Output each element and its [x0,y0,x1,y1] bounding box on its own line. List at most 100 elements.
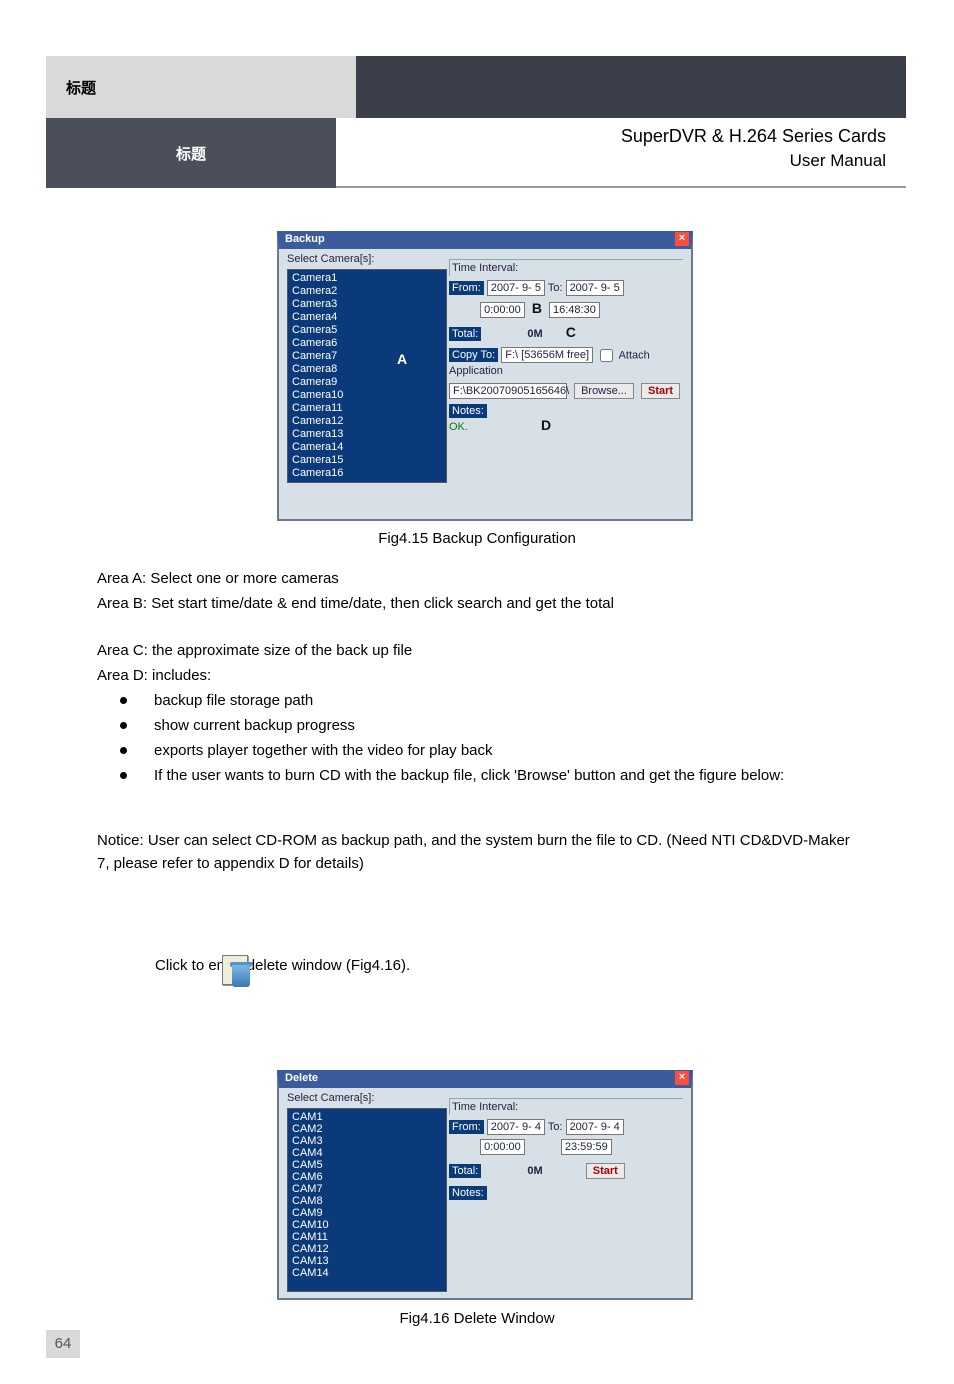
list-item[interactable]: CAM14 [292,1267,442,1279]
select-cameras-label: Select Camera[s]: [287,1092,374,1104]
to-time-input[interactable]: 16:48:30 [549,302,600,318]
list-item[interactable]: Camera4 [292,311,442,324]
doc-title: User Manual [336,151,886,171]
browse-button[interactable]: Browse... [574,383,634,399]
camera-list[interactable]: Camera1 Camera2 Camera3 Camera4 Camera5 … [287,269,447,483]
list-item[interactable]: Camera15 [292,454,442,467]
backup-path-input[interactable]: F:\BK20070905165646\ [449,383,567,399]
list-item[interactable]: CAM7 [292,1183,442,1195]
from-label: From: [449,1120,484,1134]
list-item[interactable]: CAM11 [292,1231,442,1243]
letter-d: D [541,417,551,433]
list-item[interactable]: Camera7 [292,350,442,363]
list-item[interactable]: Camera8 [292,363,442,376]
list-item[interactable]: Camera14 [292,441,442,454]
copy-to-select[interactable]: F:\ [53656M free] [501,347,593,363]
from-date-input[interactable]: 2007- 9- 5 [487,280,545,296]
bullet-3: exports player together with the video f… [154,740,854,763]
list-item[interactable]: Camera13 [292,428,442,441]
close-icon[interactable]: × [675,232,689,246]
total-value: 0M [527,328,542,340]
header-left-label: 标题 [46,118,336,188]
delete-right-panel: Time Interval: From: 2007- 9- 4 To: 2007… [449,1098,683,1207]
letter-a: A [397,351,407,367]
total-label: Total: [449,327,481,341]
time-interval-label: Time Interval: [449,1098,683,1115]
list-item[interactable]: CAM10 [292,1219,442,1231]
backup-right-panel: Time Interval: From: 2007- 9- 5 To: 2007… [449,259,683,439]
list-item[interactable]: Camera1 [292,272,442,285]
notice-block: Notice: User can select CD-ROM as backup… [97,830,857,875]
left-tab-label: 标题 [46,56,356,118]
list-item[interactable]: CAM13 [292,1255,442,1267]
list-item[interactable]: CAM8 [292,1195,442,1207]
right-tab-dark [356,56,906,118]
list-item[interactable]: Camera2 [292,285,442,298]
close-icon[interactable]: × [675,1071,689,1085]
notes-value: OK. [449,421,468,433]
list-item[interactable]: Camera12 [292,415,442,428]
list-item[interactable]: Camera10 [292,389,442,402]
section-c-text: Area C: the approximate size of the back… [97,640,857,663]
list-item[interactable]: CAM2 [292,1123,442,1135]
to-date-input[interactable]: 2007- 9- 5 [566,280,624,296]
from-time-input[interactable]: 0:00:00 [480,302,525,318]
notes-label: Notes: [449,1186,487,1200]
delete-dialog: Delete × Select Camera[s]: CAM1 CAM2 CAM… [277,1070,693,1300]
copy-to-label: Copy To: [449,348,498,362]
list-item[interactable]: CAM3 [292,1135,442,1147]
from-date-input[interactable]: 2007- 9- 4 [487,1119,545,1135]
list-item[interactable]: CAM9 [292,1207,442,1219]
camera-list[interactable]: CAM1 CAM2 CAM3 CAM4 CAM5 CAM6 CAM7 CAM8 … [287,1108,447,1292]
time-interval-label: Time Interval: [449,259,683,276]
bullet-icon [120,697,127,704]
list-item[interactable]: CAM1 [292,1111,442,1123]
letter-c: C [566,324,576,340]
attach-app-checkbox[interactable] [600,349,613,362]
backup-dialog-title: Backup [285,233,325,245]
bullet-icon [120,772,127,779]
notes-label: Notes: [449,404,487,418]
total-label: Total: [449,1164,481,1178]
to-label: To: [548,1121,563,1133]
delete-file-icon[interactable] [222,955,250,987]
list-item[interactable]: CAM4 [292,1147,442,1159]
to-date-input[interactable]: 2007- 9- 4 [566,1119,624,1135]
start-button[interactable]: Start [641,383,680,399]
start-button[interactable]: Start [586,1163,625,1179]
list-item[interactable]: Camera5 [292,324,442,337]
list-item[interactable]: Camera16 [292,467,442,480]
list-item[interactable]: Camera11 [292,402,442,415]
delete-dialog-title: Delete [285,1072,318,1084]
section-a-text: Area A: Select one or more cameras [97,568,857,591]
list-item[interactable]: Camera3 [292,298,442,311]
list-item[interactable]: CAM6 [292,1171,442,1183]
to-label: To: [548,282,563,294]
product-title: SuperDVR & H.264 Series Cards [336,126,886,147]
bullet-icon [120,722,127,729]
bullet-1: backup file storage path [154,690,854,713]
from-time-input[interactable]: 0:00:00 [480,1139,525,1155]
list-item[interactable]: CAM5 [292,1159,442,1171]
delete-intro: Click to enter delete window (Fig4.16). [155,955,915,978]
figure-caption-1: Fig4.15 Backup Configuration [0,530,954,547]
backup-dialog: Backup × Select Camera[s]: Camera1 Camer… [277,231,693,521]
header-right: SuperDVR & H.264 Series Cards User Manua… [336,118,906,188]
page-number: 64 [46,1330,80,1358]
list-item[interactable]: CAM12 [292,1243,442,1255]
bullet-4: If the user wants to burn CD with the ba… [154,765,854,788]
trash-bin-icon [232,965,250,987]
section-d-text: Area D: includes: [97,665,857,688]
figure-caption-2: Fig4.16 Delete Window [0,1310,954,1327]
bullet-2: show current backup progress [154,715,854,738]
select-cameras-label: Select Camera[s]: [287,253,374,265]
bullet-icon [120,747,127,754]
to-time-input[interactable]: 23:59:59 [561,1139,612,1155]
list-item[interactable]: Camera6 [292,337,442,350]
list-item[interactable]: Camera9 [292,376,442,389]
notice-text: User can select CD-ROM as backup path, a… [97,832,850,872]
header-band: 标题 SuperDVR & H.264 Series Cards User Ma… [46,118,906,188]
notice-label: Notice: [97,832,144,849]
total-value: 0M [527,1165,542,1177]
from-label: From: [449,281,484,295]
